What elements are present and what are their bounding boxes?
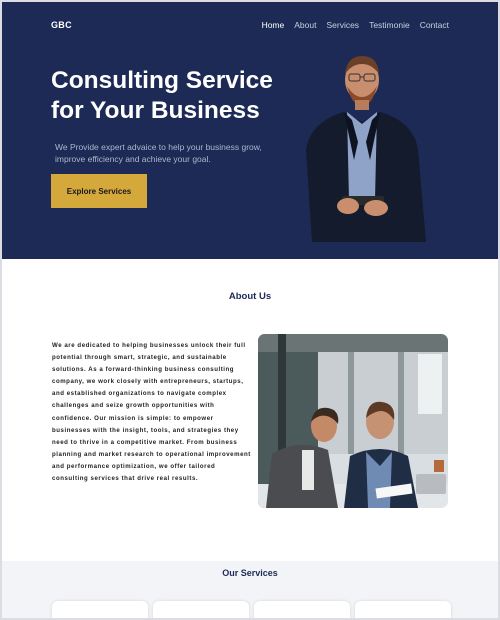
hero-title-line-2: for Your Business: [51, 97, 260, 124]
brand-logo[interactable]: GBC: [51, 20, 72, 30]
nav-testimonie[interactable]: Testimonie: [369, 20, 410, 30]
service-card[interactable]: [254, 601, 350, 618]
landing-page: GBC Home About Services Testimonie Conta…: [2, 2, 498, 618]
meeting-photo: [258, 334, 448, 508]
service-card[interactable]: [355, 601, 451, 618]
explore-services-button[interactable]: Explore Services: [51, 174, 147, 208]
nav-contact[interactable]: Contact: [420, 20, 449, 30]
hero-subtitle: We Provide expert advaice to help your b…: [55, 142, 262, 164]
hero-section: GBC Home About Services Testimonie Conta…: [2, 2, 498, 259]
services-title: Our Services: [222, 568, 278, 578]
nav-services[interactable]: Services: [326, 20, 359, 30]
service-card[interactable]: [153, 601, 249, 618]
nav-home[interactable]: Home: [262, 20, 285, 30]
services-section: Our Services: [2, 561, 498, 618]
nav-about[interactable]: About: [294, 20, 316, 30]
about-paragraph: We are dedicated to helping businesses u…: [52, 342, 251, 483]
about-title: About Us: [228, 291, 272, 302]
hero-title-line-1: Consulting Service: [51, 67, 273, 94]
service-card[interactable]: [52, 601, 148, 618]
consultant-photo: [306, 56, 426, 242]
top-nav: Home About Services Testimonie Contact: [262, 20, 449, 30]
hero-title: Consulting Service for Your Business: [51, 66, 291, 126]
